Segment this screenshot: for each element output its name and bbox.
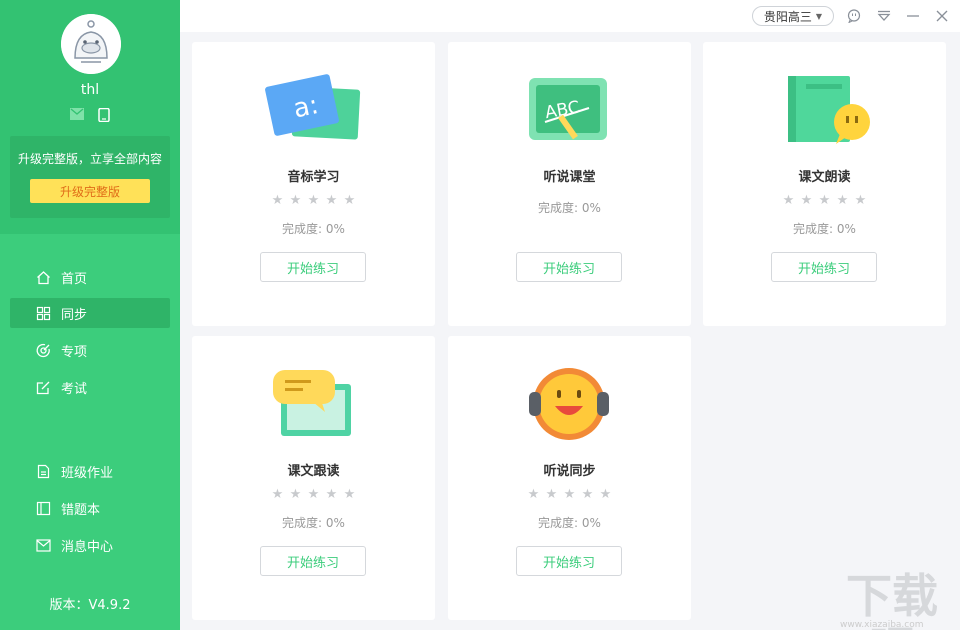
homework-icon (35, 463, 51, 479)
nav-item-homework[interactable]: 班级作业 (10, 456, 170, 486)
nav-item-sync[interactable]: 同步 (10, 298, 170, 328)
minimize-icon[interactable] (905, 8, 921, 24)
grid-icon (35, 305, 51, 321)
contact-icons (70, 108, 110, 124)
feedback-icon[interactable] (846, 8, 862, 24)
nav-label: 同步 (61, 307, 88, 323)
rating-stars: ★ ★ ★ ★ ★ (192, 488, 435, 502)
nav-label: 首页 (61, 271, 88, 287)
avatar-cartoon-icon (61, 14, 121, 74)
rating-stars: ★ ★ ★ ★ ★ (703, 194, 946, 208)
nav-item-exam[interactable]: 考试 (10, 372, 170, 402)
course-card-listening-sync[interactable]: 听说同步 ★ ★ ★ ★ ★ 完成度: 0% 开始练习 (448, 336, 691, 620)
nav-label: 考试 (61, 381, 88, 397)
start-practice-button[interactable]: 开始练习 (260, 252, 366, 282)
star-icon: ★ (271, 487, 284, 502)
star-icon: ★ (325, 193, 338, 208)
menu-dropdown-icon[interactable] (876, 8, 892, 24)
watermark-url: www.xiazaiba.com (840, 620, 924, 630)
chalkboard-abc-icon: ABC (519, 70, 619, 150)
nav-item-special[interactable]: 专项 (10, 335, 170, 365)
star-icon: ★ (800, 193, 813, 208)
start-practice-button[interactable]: 开始练习 (771, 252, 877, 282)
region-select[interactable]: 贵阳高三 ▼ (752, 6, 834, 26)
nav-label: 班级作业 (61, 465, 114, 481)
rating-stars: ★ ★ ★ ★ ★ (448, 488, 691, 502)
star-icon: ★ (289, 487, 302, 502)
star-icon: ★ (289, 193, 302, 208)
notebook-icon (35, 500, 51, 516)
star-icon: ★ (343, 193, 356, 208)
star-icon: ★ (307, 193, 320, 208)
star-icon: ★ (343, 487, 356, 502)
card-title: 课文跟读 (287, 464, 340, 479)
star-icon: ★ (854, 193, 867, 208)
phonetic-card-icon: a: (263, 70, 363, 150)
nav-item-mistakes[interactable]: 错题本 (10, 493, 170, 523)
progress-text: 完成度: 0% (538, 201, 601, 215)
card-title: 听说课堂 (543, 170, 596, 185)
close-icon[interactable] (934, 8, 950, 24)
star-icon: ★ (545, 487, 558, 502)
exam-edit-icon (35, 379, 51, 395)
version-label: 版本：V4.9.2 (49, 598, 131, 613)
headphone-face-icon (519, 364, 619, 444)
book-speech-icon (774, 70, 874, 150)
username: thl (80, 82, 100, 98)
star-icon: ★ (271, 193, 284, 208)
target-icon (35, 342, 51, 358)
nav-label: 专项 (61, 344, 88, 360)
star-icon: ★ (836, 193, 849, 208)
course-card-follow-reading[interactable]: 课文跟读 ★ ★ ★ ★ ★ 完成度: 0% 开始练习 (192, 336, 435, 620)
caret-down-icon: ▼ (815, 11, 823, 21)
progress-text: 完成度: 0% (282, 516, 345, 530)
progress-text: 完成度: 0% (793, 222, 856, 236)
course-card-listening-class[interactable]: ABC 听说课堂 完成度: 0% 开始练习 (448, 42, 691, 326)
course-card-text-reading[interactable]: 课文朗读 ★ ★ ★ ★ ★ 完成度: 0% 开始练习 (703, 42, 946, 326)
start-practice-button[interactable]: 开始练习 (260, 546, 366, 576)
profile-panel: thl 升级完整版，立享全部内容 升级完整版 (0, 0, 180, 234)
star-icon: ★ (818, 193, 831, 208)
card-title: 音标学习 (287, 170, 340, 185)
nav-label: 错题本 (61, 502, 101, 518)
title-bar: 贵阳高三 ▼ (180, 0, 960, 32)
region-value: 贵阳高三 (763, 9, 812, 24)
nav-label: 消息中心 (61, 539, 114, 555)
star-icon: ★ (782, 193, 795, 208)
upgrade-panel: 升级完整版，立享全部内容 升级完整版 (10, 136, 170, 218)
avatar[interactable] (61, 14, 121, 74)
star-icon: ★ (325, 487, 338, 502)
star-icon: ★ (563, 487, 576, 502)
upgrade-text: 升级完整版，立享全部内容 (17, 152, 162, 166)
mail-icon (35, 537, 51, 553)
start-practice-button[interactable]: 开始练习 (516, 546, 622, 576)
card-title: 听说同步 (543, 464, 596, 479)
star-icon: ★ (599, 487, 612, 502)
chat-bubble-icon (263, 364, 363, 444)
star-icon: ★ (307, 487, 320, 502)
star-icon: ★ (527, 487, 540, 502)
nav-item-home[interactable]: 首页 (10, 262, 170, 292)
upgrade-button[interactable]: 升级完整版 (30, 179, 150, 203)
course-card-phonetics[interactable]: a: 音标学习 ★ ★ ★ ★ ★ 完成度: 0% 开始练习 (192, 42, 435, 326)
email-icon[interactable] (70, 108, 84, 120)
progress-text: 完成度: 0% (282, 222, 345, 236)
start-practice-button[interactable]: 开始练习 (516, 252, 622, 282)
rating-stars: ★ ★ ★ ★ ★ (192, 194, 435, 208)
phone-icon[interactable] (98, 108, 110, 122)
home-icon (35, 269, 51, 285)
progress-text: 完成度: 0% (538, 516, 601, 530)
star-icon: ★ (581, 487, 594, 502)
nav-item-messages[interactable]: 消息中心 (10, 530, 170, 560)
card-title: 课文朗读 (798, 170, 851, 185)
sidebar: thl 升级完整版，立享全部内容 升级完整版 首页 同步 专项 考试 班级作业 … (0, 0, 180, 630)
